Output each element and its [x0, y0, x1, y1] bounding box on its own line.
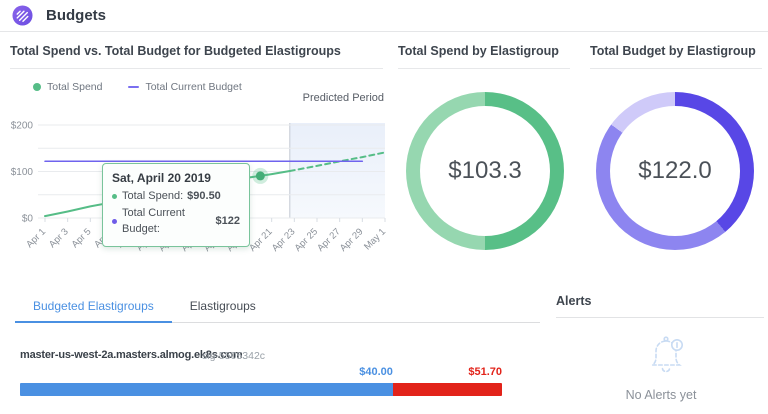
elastigroup-tabs: Budgeted Elastigroups Elastigroups	[15, 294, 540, 323]
legend-line-icon	[128, 86, 139, 88]
tab-budgeted-elastigroups[interactable]: Budgeted Elastigroups	[15, 294, 172, 323]
budget-amount-label: $40.00	[20, 366, 393, 378]
tooltip-row-budget: Total Current Budget: $122	[112, 205, 240, 238]
legend-dot-icon	[33, 83, 41, 91]
x-tick-label: Apr 29	[338, 226, 366, 254]
total-spend-donut-chart[interactable]: $103.3	[406, 92, 564, 250]
total-spend-value: $103.3	[448, 157, 521, 185]
x-tick-label: Apr 27	[315, 226, 343, 254]
spend-progress-bar[interactable]	[20, 383, 502, 396]
tooltip-value: $122	[216, 213, 240, 230]
tooltip-value: $90.50	[187, 188, 221, 205]
x-tick-label: Apr 25	[293, 226, 321, 254]
tooltip-label: Total Spend:	[122, 188, 183, 205]
spend-donut-title: Total Spend by Elastigroup	[398, 44, 570, 69]
spend-marker[interactable]	[256, 171, 265, 180]
x-tick-label: Apr 5	[70, 226, 94, 250]
total-budget-donut-chart[interactable]: $122.0	[596, 92, 754, 250]
predicted-region	[290, 123, 385, 218]
x-tick-label: Apr 3	[47, 226, 71, 250]
x-tick-label: Apr 21	[247, 226, 275, 254]
bell-icon	[645, 334, 689, 382]
tooltip-row-spend: Total Spend: $90.50	[112, 188, 240, 205]
app-header: Budgets	[0, 0, 768, 32]
x-tick-label: May 1	[362, 226, 388, 252]
elastigroup-id: sig-5505342c	[202, 350, 265, 362]
x-tick-label: Apr 23	[270, 226, 298, 254]
y-tick-label: $100	[11, 167, 34, 178]
bar-labels: $40.00 $51.70	[20, 366, 502, 378]
chart-tooltip: Sat, April 20 2019 Total Spend: $90.50 T…	[102, 163, 250, 247]
total-budget-value: $122.0	[638, 157, 711, 185]
y-tick-label: $0	[22, 214, 34, 225]
line-chart-title: Total Spend vs. Total Budget for Budgete…	[10, 44, 383, 69]
tab-elastigroups[interactable]: Elastigroups	[172, 294, 274, 323]
alerts-title: Alerts	[556, 294, 764, 318]
tooltip-dot-icon	[112, 219, 117, 224]
no-alerts-text: No Alerts yet	[556, 388, 766, 402]
budget-donut-title: Total Budget by Elastigroup	[590, 44, 762, 69]
y-tick-label: $200	[11, 121, 34, 132]
budget-bar-segment	[20, 383, 393, 396]
tooltip-date: Sat, April 20 2019	[112, 171, 240, 185]
x-tick-label: Apr 1	[24, 226, 48, 250]
overspend-bar-segment	[393, 383, 502, 396]
spotinst-logo-icon	[12, 5, 33, 26]
tooltip-label: Total Current Budget:	[122, 205, 212, 238]
tooltip-dot-icon	[112, 194, 117, 199]
spend-amount-label: $51.70	[393, 366, 502, 378]
page-title: Budgets	[46, 7, 106, 24]
